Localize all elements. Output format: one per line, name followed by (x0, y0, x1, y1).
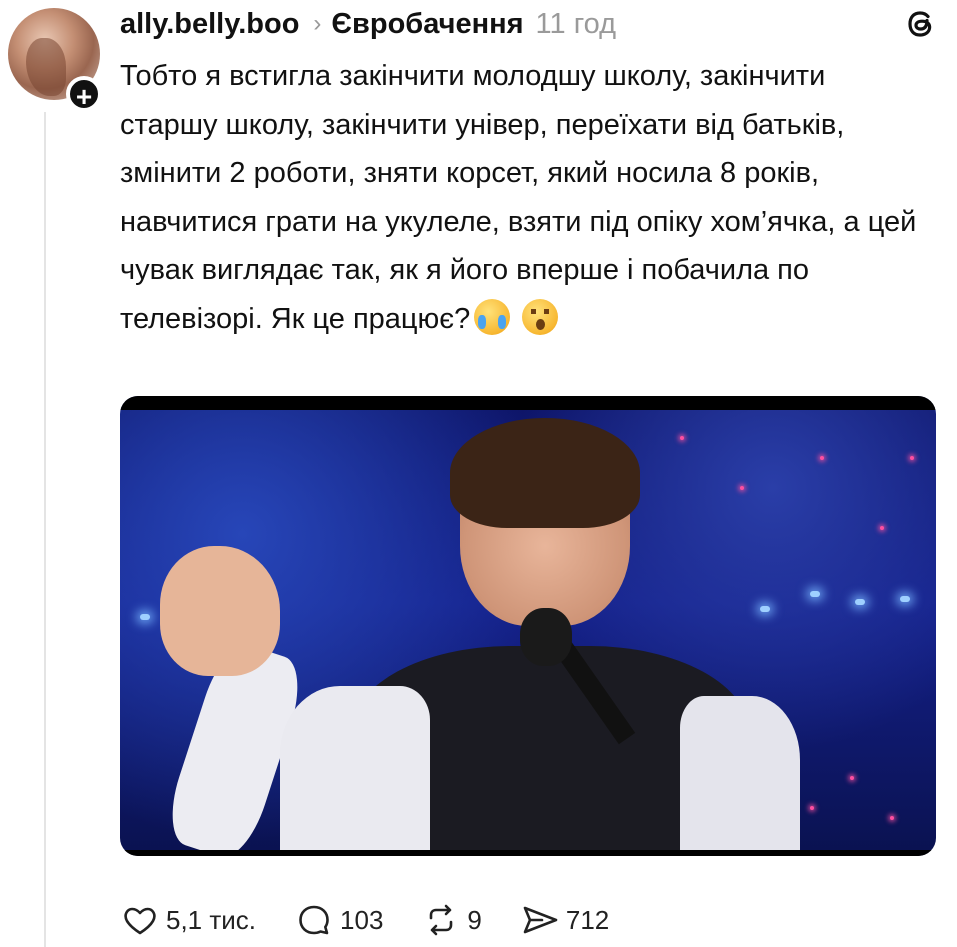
heart-icon (124, 907, 156, 935)
spark (810, 806, 814, 810)
comment-icon (299, 905, 329, 935)
crying-face-icon (474, 298, 511, 335)
thread-line (44, 112, 46, 947)
reply-count: 103 (340, 904, 384, 935)
stage-light (810, 591, 820, 597)
like-count: 5,1 тис. (166, 904, 257, 935)
spark (890, 816, 894, 820)
like-button[interactable]: 5,1 тис. (120, 900, 256, 940)
performer-shirt (280, 686, 430, 856)
astonished-face-icon (522, 298, 559, 335)
performer-hair (450, 418, 640, 528)
microphone (520, 608, 572, 666)
username[interactable]: ally.belly.boo (120, 8, 299, 41)
chevron-right-icon: › (313, 10, 322, 37)
threads-logo-icon[interactable] (901, 4, 941, 44)
stage-light (855, 599, 865, 605)
post-image[interactable] (120, 396, 936, 856)
stage-light (140, 614, 150, 620)
stage-light (760, 606, 770, 612)
spark (850, 776, 854, 780)
spark (680, 436, 684, 440)
action-bar: 5,1 тис. 103 9 712 (120, 898, 647, 942)
spark (880, 526, 884, 530)
post-body: Тобто я встигла закінчити молодшу школу,… (120, 60, 917, 335)
performer-shirt (680, 696, 800, 856)
repost-count: 9 (467, 904, 482, 935)
spark (820, 456, 824, 460)
post-text: Тобто я встигла закінчити молодшу школу,… (120, 52, 920, 343)
post-header: ally.belly.boo › Євробачення 11 год (120, 4, 616, 44)
repost-icon (430, 904, 453, 936)
share-button[interactable]: 712 (520, 900, 609, 940)
topic-tag[interactable]: Євробачення (331, 8, 523, 41)
plus-icon[interactable]: + (66, 76, 102, 112)
repost-button[interactable]: 9 (421, 900, 482, 940)
image-border (120, 396, 936, 410)
spark (910, 456, 914, 460)
share-count: 712 (565, 904, 610, 935)
stage-light (900, 596, 910, 602)
performer-hand (160, 546, 280, 676)
reply-button[interactable]: 103 (294, 900, 383, 940)
timestamp: 11 год (535, 7, 617, 40)
image-border (120, 850, 936, 856)
spark (740, 486, 744, 490)
send-icon (523, 906, 558, 934)
